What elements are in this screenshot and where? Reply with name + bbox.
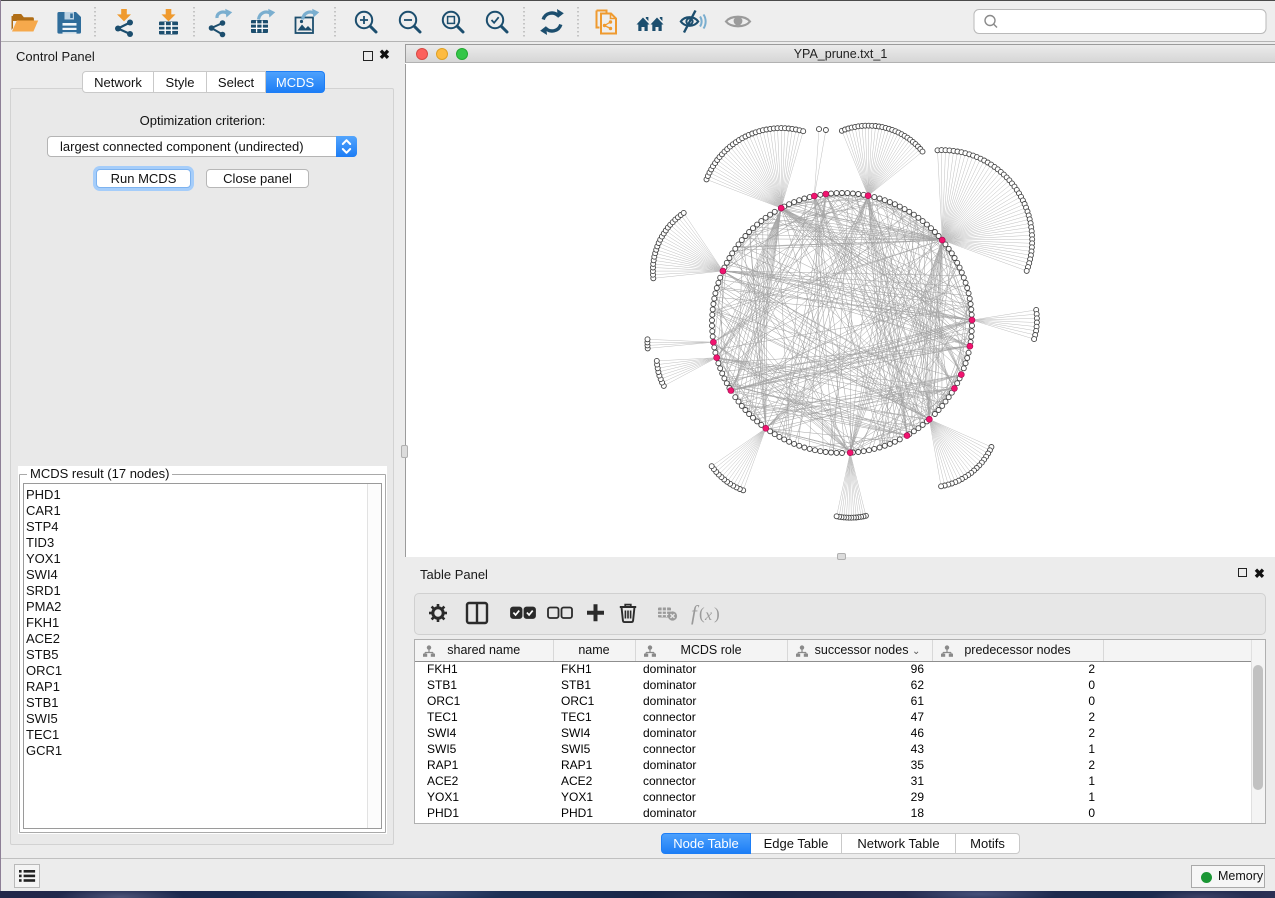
svg-text:): ) bbox=[714, 604, 720, 623]
svg-text:x: x bbox=[704, 607, 712, 624]
